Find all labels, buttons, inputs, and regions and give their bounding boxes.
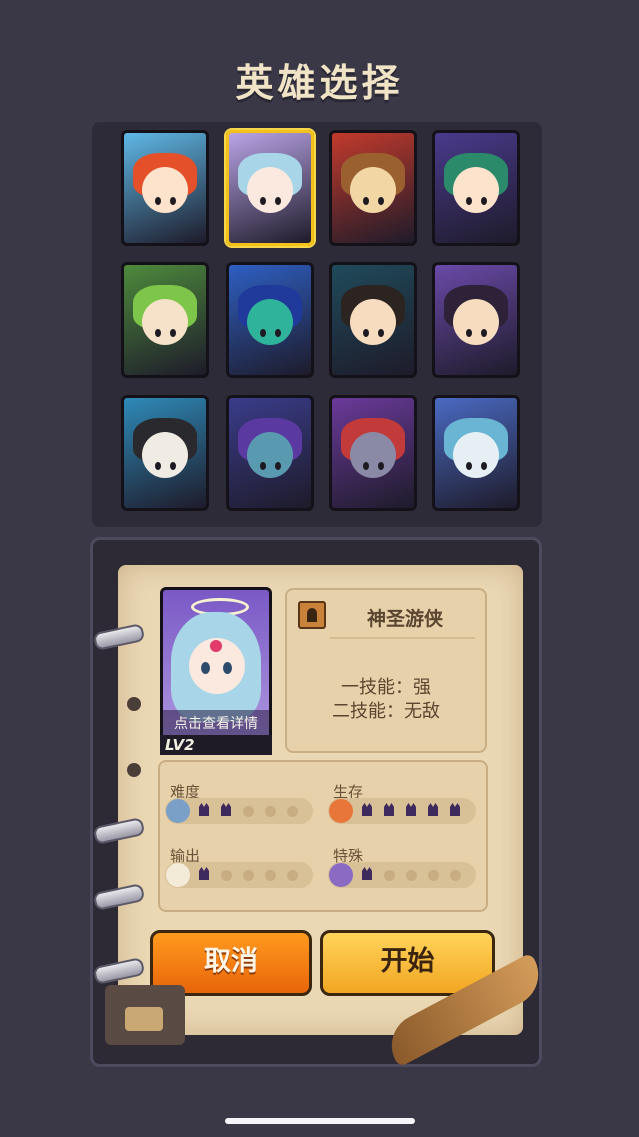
hero-face [142,167,188,214]
fist-icon [166,863,190,887]
hero-eye [363,461,370,470]
hero-card-9[interactable] [121,395,209,511]
hero-eye [155,196,162,205]
hero-face [247,167,293,214]
hero-eye [363,196,370,205]
question-icon [329,863,353,887]
skill-one: 一技能：强 [341,677,431,698]
hero-eye [363,328,370,337]
hero-eye [480,196,487,205]
hero-eye [377,461,384,470]
pip-empty-icon [265,806,276,817]
skill-two: 二技能：无敌 [332,701,440,722]
hero-card-10[interactable] [226,395,314,511]
page-hole [127,697,141,711]
hero-card-3[interactable] [329,130,417,246]
hero-face [453,167,499,214]
page-hole [127,763,141,777]
pip-empty-icon [384,870,395,881]
hero-card-5[interactable] [121,262,209,378]
hero-eye [274,461,281,470]
difficulty-icon [166,799,190,823]
hero-face [350,432,396,479]
pip-empty-icon [287,870,298,881]
hero-eye [169,461,176,470]
hero-portrait[interactable]: 点击查看详情 [160,587,272,755]
hero-card-6[interactable] [226,262,314,378]
portrait-eye [201,662,210,674]
home-indicator[interactable] [225,1118,415,1124]
pip-empty-icon [428,870,439,881]
stats-box [158,760,488,912]
hero-eye [480,461,487,470]
hero-eye [260,461,267,470]
hero-face [247,299,293,346]
divider [330,637,475,639]
hero-eye [377,196,384,205]
pip-empty-icon [243,870,254,881]
hero-eye [466,328,473,337]
pip-empty-icon [243,806,254,817]
portrait-eye [223,662,232,674]
pip-empty-icon [287,806,298,817]
view-details-label[interactable]: 点击查看详情 [163,710,269,736]
hero-eye [169,196,176,205]
page-title: 英雄选择 [235,61,404,105]
hero-card-12[interactable] [432,395,520,511]
hero-eye [169,328,176,337]
hero-eye [480,328,487,337]
hero-face [350,299,396,346]
hero-card-1[interactable] [121,130,209,246]
hero-eye [274,196,281,205]
hero-card-4[interactable] [432,130,520,246]
hero-card-7[interactable] [329,262,417,378]
inkwell-icon [105,985,185,1045]
hero-card-2[interactable] [226,130,314,246]
hero-face [453,432,499,479]
ranger-class-icon [298,601,326,629]
hero-eye [274,328,281,337]
hero-eye [466,196,473,205]
hero-face [142,432,188,479]
heart-icon [329,799,353,823]
hero-eye [155,328,162,337]
hero-card-8[interactable] [432,262,520,378]
hero-eye [466,461,473,470]
hero-card-11[interactable] [329,395,417,511]
pip-empty-icon [406,870,417,881]
hero-face [453,299,499,346]
hero-face [350,167,396,214]
hero-name: 神圣游侠 [366,608,443,630]
hero-eye [260,196,267,205]
hero-eye [377,328,384,337]
hero-eye [260,328,267,337]
level-badge: LV2 [160,735,272,755]
hero-face [247,432,293,479]
pip-empty-icon [221,870,232,881]
hero-eye [155,461,162,470]
pip-empty-icon [450,870,461,881]
gem-icon [210,640,222,652]
hero-face [142,299,188,346]
pip-empty-icon [265,870,276,881]
